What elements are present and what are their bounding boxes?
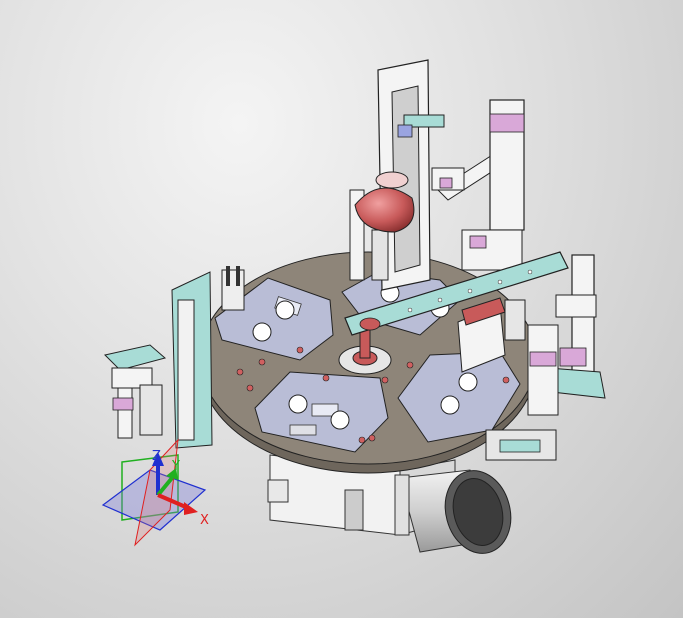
coordinate-triad: Z Y X [101, 438, 209, 547]
x-axis-arrow-icon [184, 502, 198, 515]
x-axis-label: X [200, 513, 209, 528]
z-axis-label: Z [152, 449, 161, 464]
cad-model-view[interactable]: Z Y X [0, 0, 683, 618]
workpiece-dome [354, 171, 415, 233]
cad-viewport[interactable]: Z Y X [0, 0, 683, 618]
drive-motor [394, 469, 512, 554]
y-axis-label: Y [171, 459, 180, 474]
